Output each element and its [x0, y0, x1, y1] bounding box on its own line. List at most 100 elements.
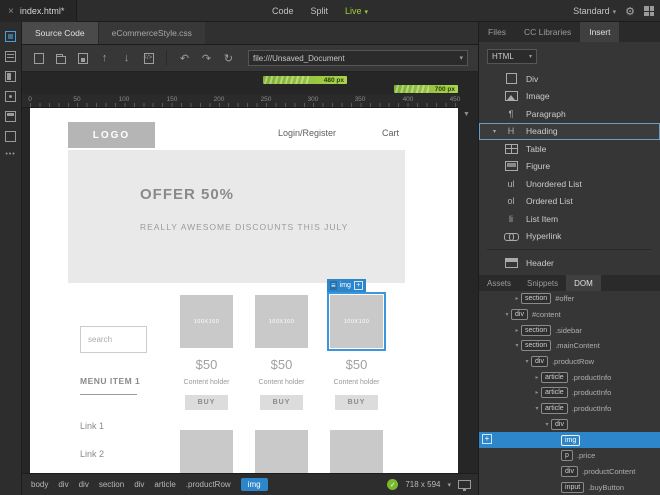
product-image-placeholder[interactable]: [180, 430, 233, 473]
device-preview-icon[interactable]: [458, 480, 471, 491]
dom-node-section-sidebar[interactable]: section .sidebar: [479, 322, 660, 338]
tab-files[interactable]: Files: [479, 22, 515, 42]
tab-dom[interactable]: DOM: [566, 275, 601, 291]
collapse-arrow-icon[interactable]: [513, 295, 521, 302]
product-card-1[interactable]: 100X100 $50 Content holder BUY: [180, 295, 233, 410]
mode-code[interactable]: Code: [272, 6, 294, 16]
dom-node-img-selected[interactable]: + img: [479, 432, 660, 448]
dom-node-article-productinfo-1[interactable]: article .productInfo: [479, 369, 660, 385]
expand-arrow-icon[interactable]: [503, 311, 511, 318]
url-caret-icon[interactable]: ▾: [459, 54, 463, 62]
dom-node-div-productcontent[interactable]: div .productContent: [479, 464, 660, 480]
tag-crumb[interactable]: article: [154, 480, 175, 489]
product-card-2[interactable]: 100X100 $50 Content holder BUY: [255, 295, 308, 410]
tag-crumb[interactable]: .productRow: [186, 480, 231, 489]
element-display-hud[interactable]: ≡ img +: [327, 279, 366, 292]
url-input[interactable]: [253, 53, 460, 63]
document-tab[interactable]: × index.html*: [0, 0, 78, 22]
expand-arrow-icon[interactable]: [513, 342, 521, 349]
workspace-switcher[interactable]: Standard ▾: [573, 6, 616, 16]
element-selection-outline[interactable]: [327, 292, 386, 351]
dom-node-div[interactable]: div: [479, 417, 660, 433]
hud-menu-icon[interactable]: ≡: [330, 281, 337, 290]
insert-item-div[interactable]: Div: [479, 70, 660, 88]
tag-crumb[interactable]: section: [99, 480, 124, 489]
hud-add-icon[interactable]: +: [353, 281, 363, 290]
window-size-caret-icon[interactable]: ▾: [447, 481, 451, 489]
live-view-canvas[interactable]: LOGO Login/Register Cart OFFER 50% REALL…: [30, 108, 458, 473]
collapse-arrow-icon[interactable]: ▼: [463, 111, 470, 118]
files-rail-icon[interactable]: [5, 31, 16, 42]
expand-arrow-icon[interactable]: [523, 358, 531, 365]
source-code-tab[interactable]: Source Code: [22, 22, 98, 44]
insert-item-ordered-list[interactable]: ol Ordered List: [479, 193, 660, 211]
more-tools-icon[interactable]: •••: [5, 151, 15, 158]
expand-arrow-icon[interactable]: [533, 405, 541, 412]
tag-crumb[interactable]: body: [31, 480, 48, 489]
product-image-placeholder[interactable]: [330, 430, 383, 473]
address-bar[interactable]: ▾: [248, 50, 468, 66]
product-image-placeholder[interactable]: 100X100: [255, 295, 308, 348]
collapse-arrow-icon[interactable]: [513, 327, 521, 334]
insert-item-hyperlink[interactable]: Hyperlink: [479, 228, 660, 246]
download-icon[interactable]: ↓: [120, 52, 133, 65]
libraries-rail-icon[interactable]: [5, 91, 16, 102]
tag-crumb-active[interactable]: img: [240, 478, 268, 491]
tag-crumb[interactable]: div: [134, 480, 144, 489]
sidebar-link-2[interactable]: Link 2: [80, 449, 104, 459]
dom-node-div-productrow[interactable]: div .productRow: [479, 354, 660, 370]
dom-node-section-offer[interactable]: section #offer: [479, 291, 660, 307]
open-folder-icon[interactable]: [54, 52, 67, 65]
upload-icon[interactable]: ↑: [98, 52, 111, 65]
tab-cc-libraries[interactable]: CC Libraries: [515, 22, 580, 42]
offer-section[interactable]: OFFER 50% REALLY AWESOME DISCOUNTS THIS …: [68, 150, 405, 283]
tag-crumb[interactable]: div: [79, 480, 89, 489]
window-size-value[interactable]: 718 x 594: [405, 480, 440, 489]
live-caret-icon[interactable]: ▾: [365, 9, 369, 16]
insert-rail-icon[interactable]: [5, 51, 16, 62]
tab-insert[interactable]: Insert: [580, 22, 620, 42]
lint-ok-icon[interactable]: ✓: [387, 479, 399, 490]
snippets-rail-icon[interactable]: [5, 111, 16, 122]
apps-grid-icon[interactable]: [644, 6, 654, 16]
css-designer-rail-icon[interactable]: [5, 71, 16, 82]
sidebar-link-1[interactable]: Link 1: [80, 421, 104, 431]
add-element-icon[interactable]: +: [482, 434, 492, 445]
insert-item-list-item[interactable]: li List Item: [479, 210, 660, 228]
media-query-480[interactable]: 480 px: [263, 76, 347, 84]
redo-icon[interactable]: ↷: [200, 52, 213, 65]
page-nav-login[interactable]: Login/Register: [278, 128, 336, 138]
close-tab-icon[interactable]: ×: [8, 6, 14, 17]
file-icon[interactable]: [32, 52, 45, 65]
insert-item-image[interactable]: Image: [479, 88, 660, 106]
insert-item-paragraph[interactable]: ¶ Paragraph: [479, 105, 660, 123]
tag-crumb[interactable]: div: [58, 480, 68, 489]
heading-expand-icon[interactable]: [493, 128, 503, 135]
insert-category-select[interactable]: HTML ▾: [487, 49, 537, 64]
buy-button[interactable]: BUY: [184, 395, 229, 410]
dom-node-p-price[interactable]: p .price: [479, 448, 660, 464]
mode-split[interactable]: Split: [311, 6, 329, 16]
insert-item-figure[interactable]: Figure: [479, 158, 660, 176]
buy-button[interactable]: BUY: [259, 395, 304, 410]
save-icon[interactable]: [76, 52, 89, 65]
expand-arrow-icon[interactable]: [543, 421, 551, 428]
related-css-tab[interactable]: eCommerceStyle.css: [97, 22, 205, 44]
mode-live[interactable]: Live ▾: [345, 6, 368, 16]
page-logo[interactable]: LOGO: [68, 122, 155, 148]
product-image-placeholder[interactable]: 100X100: [180, 295, 233, 348]
dom-node-article-productinfo-2[interactable]: article .productInfo: [479, 385, 660, 401]
media-query-700[interactable]: 700 px: [394, 85, 458, 93]
dom-rail-icon[interactable]: [5, 131, 16, 142]
gear-icon[interactable]: ⚙: [625, 5, 635, 18]
collapse-arrow-icon[interactable]: [533, 389, 541, 396]
dom-node-section-maincontent[interactable]: section .mainContent: [479, 338, 660, 354]
tab-assets[interactable]: Assets: [479, 275, 519, 291]
product-image-placeholder[interactable]: [255, 430, 308, 473]
undo-icon[interactable]: ↶: [178, 52, 191, 65]
page-nav-cart[interactable]: Cart: [382, 128, 399, 138]
collapse-arrow-icon[interactable]: [533, 374, 541, 381]
tab-snippets[interactable]: Snippets: [519, 275, 566, 291]
code-navigator-icon[interactable]: [142, 52, 155, 65]
insert-item-table[interactable]: Table: [479, 140, 660, 158]
